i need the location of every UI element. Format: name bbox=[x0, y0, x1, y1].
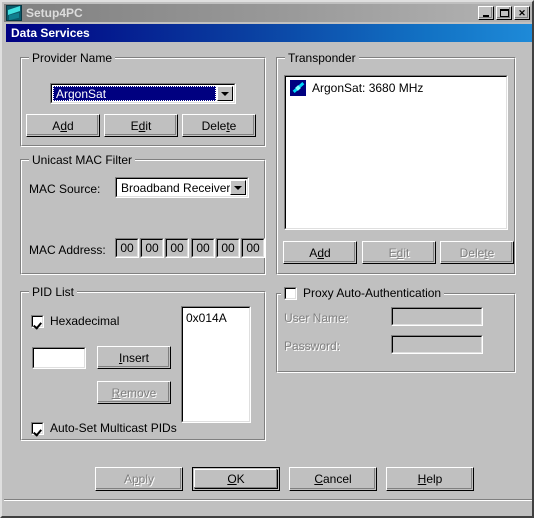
checkbox-check-icon bbox=[31, 421, 44, 435]
mac-source-combobox[interactable]: Broadband Receiver bbox=[115, 177, 249, 198]
transponder-item-label: ArgonSat: 3680 MHz bbox=[312, 81, 424, 95]
application-window: Setup4PC ✕ Data Services Provider Name A… bbox=[0, 0, 534, 518]
pid-insert-button[interactable]: Insert bbox=[97, 346, 171, 369]
hexadecimal-label: Hexadecimal bbox=[50, 314, 120, 328]
provider-name-value: ArgonSat bbox=[53, 86, 216, 101]
cancel-button[interactable]: Cancel bbox=[289, 467, 377, 491]
dialog-title: Data Services bbox=[11, 26, 90, 40]
provider-edit-button[interactable]: Edit bbox=[104, 114, 178, 137]
transponder-edit-button: Edit bbox=[362, 241, 436, 264]
user-name-label: User Name: bbox=[284, 311, 349, 325]
list-item[interactable]: 0x014A bbox=[183, 310, 249, 326]
proxy-auto-authentication-checkbox[interactable]: Proxy Auto-Authentication bbox=[281, 286, 445, 300]
proxy-auth-group-label: Proxy Auto-Authentication bbox=[303, 286, 442, 300]
unicast-mac-filter-group-label: Unicast MAC Filter bbox=[29, 153, 136, 167]
mac-octet-2[interactable]: 00 bbox=[140, 238, 164, 258]
checkbox-check-icon bbox=[31, 314, 44, 328]
mac-octet-1[interactable]: 00 bbox=[115, 238, 139, 258]
transponder-add-button[interactable]: Add bbox=[283, 241, 357, 264]
transponder-group-label: Transponder bbox=[285, 51, 359, 65]
checkbox-box-icon bbox=[284, 286, 297, 300]
apply-button: Apply bbox=[95, 467, 183, 491]
ok-button[interactable]: OK bbox=[192, 467, 280, 491]
maximize-button[interactable] bbox=[496, 6, 512, 20]
window-titlebar[interactable]: Setup4PC ✕ bbox=[4, 4, 532, 22]
dialog-body: Provider Name ArgonSat Add Edit Delete U… bbox=[4, 43, 532, 516]
close-button[interactable]: ✕ bbox=[514, 6, 530, 20]
close-icon: ✕ bbox=[518, 7, 526, 18]
provider-add-button[interactable]: Add bbox=[26, 114, 100, 137]
autoset-multicast-pids-label: Auto-Set Multicast PIDs bbox=[50, 421, 177, 435]
mac-octet-6[interactable]: 00 bbox=[241, 238, 265, 258]
password-field bbox=[391, 335, 483, 354]
satellite-dish-icon bbox=[6, 5, 22, 21]
transponder-listbox[interactable]: ArgonSat: 3680 MHz bbox=[284, 75, 508, 230]
provider-name-combobox[interactable]: ArgonSat bbox=[50, 83, 236, 104]
minimize-icon bbox=[479, 7, 493, 19]
password-label: Password: bbox=[284, 339, 341, 353]
user-name-field bbox=[391, 307, 483, 326]
transponder-delete-button: Delete bbox=[440, 241, 514, 264]
provider-delete-button[interactable]: Delete bbox=[182, 114, 256, 137]
mac-source-label: MAC Source: bbox=[29, 182, 101, 196]
hexadecimal-checkbox[interactable]: Hexadecimal bbox=[31, 314, 119, 328]
mac-octet-3[interactable]: 00 bbox=[165, 238, 189, 258]
pid-listbox[interactable]: 0x014A bbox=[181, 306, 251, 423]
pid-remove-button: Remove bbox=[97, 381, 171, 404]
window-title: Setup4PC bbox=[26, 6, 83, 20]
pid-input[interactable] bbox=[32, 347, 86, 369]
help-button[interactable]: Help bbox=[386, 467, 474, 491]
proxy-auth-group bbox=[276, 293, 516, 373]
maximize-icon bbox=[497, 7, 511, 19]
window-controls: ✕ bbox=[476, 6, 530, 20]
dialog-titlebar[interactable]: Data Services bbox=[6, 24, 532, 42]
chevron-down-icon[interactable] bbox=[230, 180, 246, 195]
mac-octet-5[interactable]: 00 bbox=[216, 238, 240, 258]
mac-source-value: Broadband Receiver bbox=[121, 180, 231, 195]
autoset-multicast-pids-checkbox[interactable]: Auto-Set Multicast PIDs bbox=[31, 421, 177, 435]
footer-separator bbox=[4, 499, 532, 501]
list-item[interactable]: ArgonSat: 3680 MHz bbox=[286, 79, 506, 97]
mac-octet-4[interactable]: 00 bbox=[191, 238, 215, 258]
provider-name-group-label: Provider Name bbox=[29, 51, 116, 65]
mac-address-label: MAC Address: bbox=[29, 243, 106, 257]
chevron-down-icon[interactable] bbox=[217, 86, 233, 101]
minimize-button[interactable] bbox=[478, 6, 494, 20]
pid-list-group-label: PID List bbox=[29, 285, 78, 299]
satellite-link-icon bbox=[290, 80, 306, 96]
